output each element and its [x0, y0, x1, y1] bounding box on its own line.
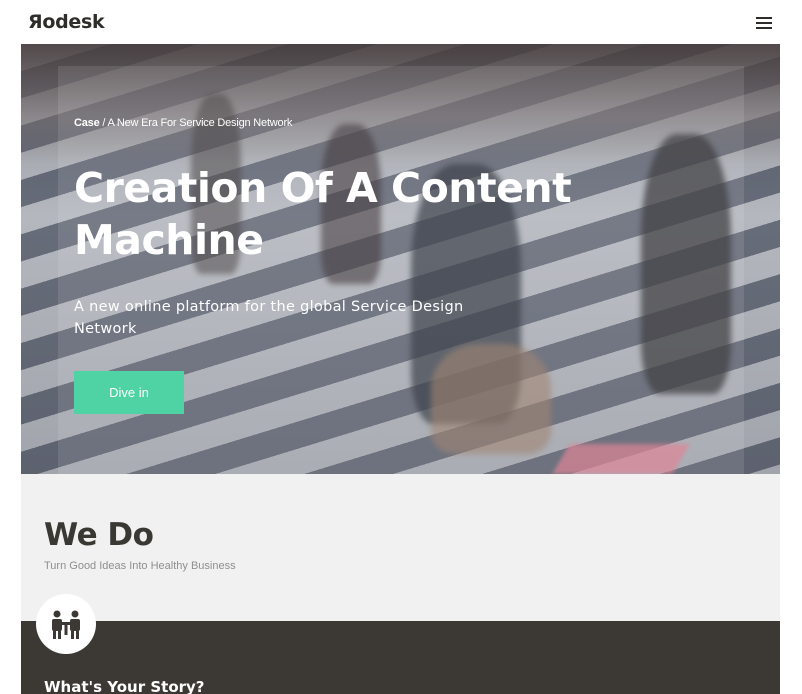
breadcrumb: Case / A New Era For Service Design Netw… — [74, 117, 292, 129]
people-meeting-icon-graphic — [52, 610, 80, 639]
hero-subtitle: A new online platform for the global Ser… — [74, 299, 464, 337]
logo[interactable]: Яodesk — [28, 11, 105, 33]
story-title: What's Your Story? — [44, 678, 205, 694]
hero-banner: Case / A New Era For Service Design Netw… — [21, 44, 780, 474]
hamburger-menu-icon[interactable] — [756, 15, 774, 31]
story-section: What's Your Story? — [21, 621, 780, 694]
breadcrumb-current: A New Era For Service Design Network — [107, 117, 293, 129]
site-header: Яodesk — [0, 0, 802, 44]
section-title: We Do — [44, 517, 154, 553]
page-title: Creation Of A Content Machine — [74, 164, 572, 264]
we-do-section: We Do Turn Good Ideas Into Healthy Busin… — [21, 474, 780, 621]
people-meeting-icon — [36, 594, 96, 654]
dive-in-button[interactable]: Dive in — [74, 371, 184, 414]
section-subtitle: Turn Good Ideas Into Healthy Business — [44, 560, 236, 572]
menu-line — [756, 27, 772, 29]
menu-line — [756, 17, 772, 19]
menu-line — [756, 22, 772, 24]
breadcrumb-case-link[interactable]: Case — [74, 117, 100, 129]
